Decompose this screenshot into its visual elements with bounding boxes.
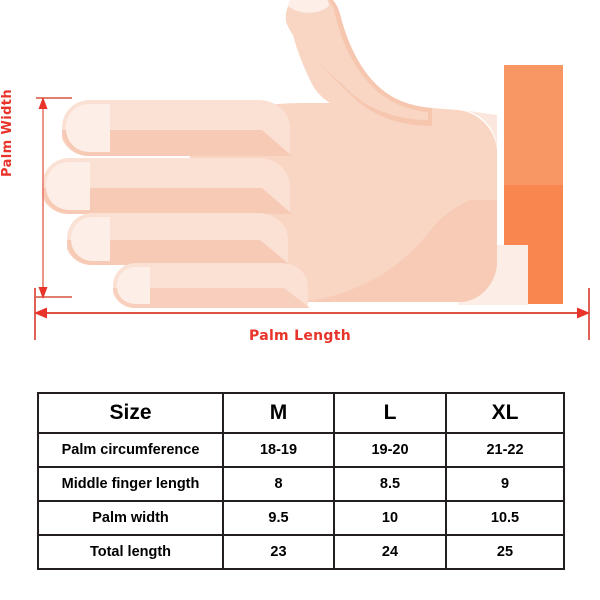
table-row: Palm width 9.5 10 10.5 bbox=[37, 500, 565, 536]
column-header-xl: XL bbox=[445, 392, 565, 434]
row-label: Middle finger length bbox=[37, 466, 224, 502]
cell-l: 10 bbox=[333, 500, 447, 536]
column-header-size: Size bbox=[37, 392, 224, 434]
size-table: Size M L XL Palm circumference 18-19 19-… bbox=[37, 392, 565, 570]
finger-index bbox=[62, 100, 292, 156]
hand-measurement-illustration: Palm Width Palm Length bbox=[0, 0, 600, 360]
cell-l: 19-20 bbox=[333, 432, 447, 468]
table-header-row: Size M L XL bbox=[37, 392, 565, 434]
row-label: Palm circumference bbox=[37, 432, 224, 468]
cell-m: 9.5 bbox=[222, 500, 335, 536]
column-header-l: L bbox=[333, 392, 447, 434]
cell-xl: 25 bbox=[445, 534, 565, 570]
table-row: Middle finger length 8 8.5 9 bbox=[37, 466, 565, 502]
cell-xl: 10.5 bbox=[445, 500, 565, 536]
cell-m: 23 bbox=[222, 534, 335, 570]
finger-middle bbox=[42, 158, 292, 214]
size-table-container: Size M L XL Palm circumference 18-19 19-… bbox=[37, 392, 565, 570]
hand-illustration bbox=[42, 0, 497, 308]
row-label: Palm width bbox=[37, 500, 224, 536]
table-row: Palm circumference 18-19 19-20 21-22 bbox=[37, 432, 565, 468]
column-header-m: M bbox=[222, 392, 335, 434]
table-row: Total length 23 24 25 bbox=[37, 534, 565, 570]
cell-l: 8.5 bbox=[333, 466, 447, 502]
finger-index-nail bbox=[66, 104, 110, 152]
finger-ring bbox=[67, 213, 290, 265]
row-label: Total length bbox=[37, 534, 224, 570]
horizontal-double-arrow-icon bbox=[34, 307, 590, 319]
cell-l: 24 bbox=[333, 534, 447, 570]
cell-m: 8 bbox=[222, 466, 335, 502]
size-chart-page: Palm Width Palm Length Size M L XL Palm … bbox=[0, 0, 600, 600]
palm-length-label: Palm Length bbox=[249, 328, 351, 344]
cell-xl: 9 bbox=[445, 466, 565, 502]
cell-m: 18-19 bbox=[222, 432, 335, 468]
hand-diagram-svg bbox=[34, 0, 590, 340]
finger-middle-nail bbox=[46, 162, 90, 210]
finger-pinky bbox=[113, 263, 310, 308]
cell-xl: 21-22 bbox=[445, 432, 565, 468]
palm-width-label: Palm Width bbox=[0, 88, 15, 177]
